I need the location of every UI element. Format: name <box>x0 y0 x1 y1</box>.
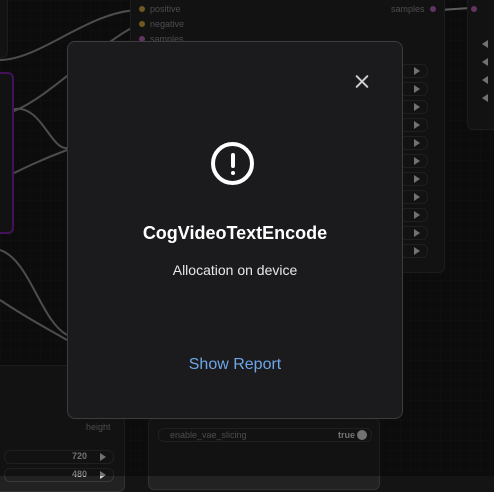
exclamation-bar <box>230 153 235 168</box>
dialog-title: CogVideoTextEncode <box>142 223 328 243</box>
show-report-button[interactable]: Show Report <box>68 356 402 374</box>
dialog-message: Allocation on device <box>172 262 298 278</box>
exclamation-dot <box>230 171 235 175</box>
error-dialog: CogVideoTextEncode Allocation on device … <box>67 41 403 419</box>
close-icon[interactable] <box>351 71 373 93</box>
exclamation-circle-icon <box>211 142 254 185</box>
